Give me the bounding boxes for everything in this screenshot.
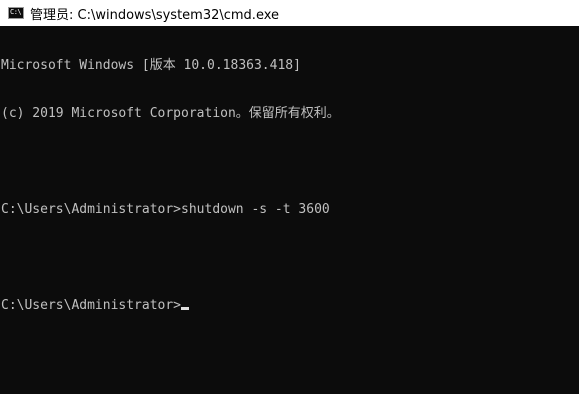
prompt-text: C:\Users\Administrator> xyxy=(1,298,182,313)
cmd-window: C:\ 管理员: C:\windows\system32\cmd.exe Mic… xyxy=(0,0,579,394)
title-bar[interactable]: C:\ 管理员: C:\windows\system32\cmd.exe xyxy=(0,0,579,26)
console-output[interactable]: Microsoft Windows [版本 10.0.18363.418] (c… xyxy=(0,26,579,394)
version-line: Microsoft Windows [版本 10.0.18363.418] xyxy=(1,58,301,73)
window-title: 管理员: C:\windows\system32\cmd.exe xyxy=(30,7,279,23)
cmd-icon-glyph: C:\ xyxy=(10,8,22,16)
command-line: C:\Users\Administrator>shutdown -s -t 36… xyxy=(1,202,330,217)
cmd-console-icon[interactable]: C:\ xyxy=(8,7,24,19)
current-prompt-line[interactable]: C:\Users\Administrator> xyxy=(1,298,579,314)
text-cursor xyxy=(181,307,190,310)
copyright-line: (c) 2019 Microsoft Corporation。保留所有权利。 xyxy=(1,106,340,121)
